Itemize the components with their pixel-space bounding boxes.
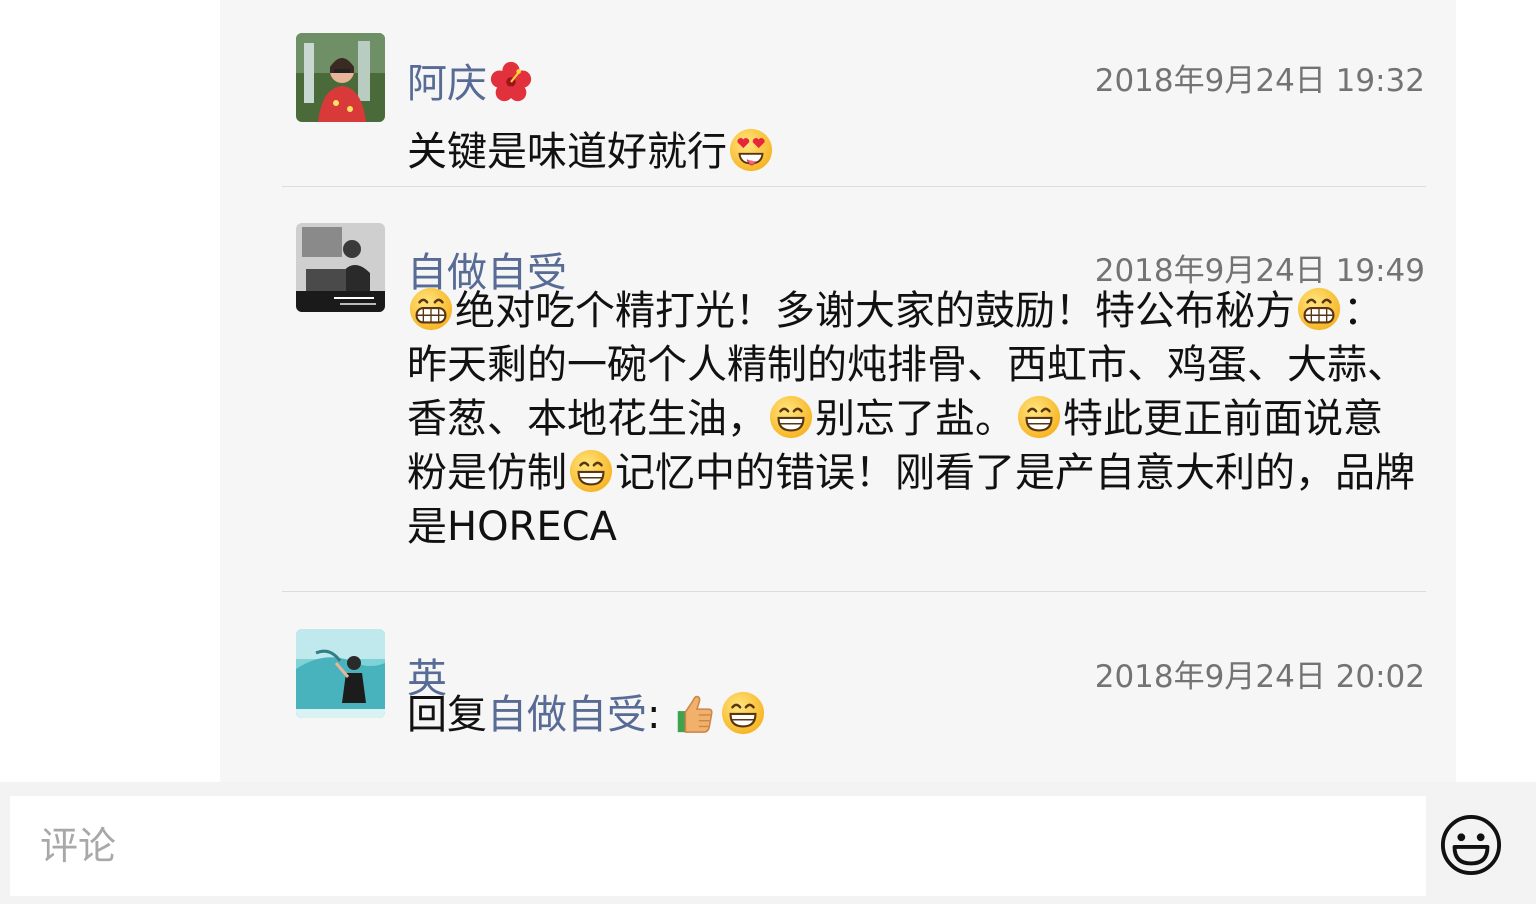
comments-panel: 阿庆 2018年9月24日 19:32 关键是味道好就行 自做自受 2018年9… (220, 0, 1456, 782)
grimacing-face-icon (1296, 286, 1342, 332)
comment-input[interactable] (10, 796, 1426, 896)
comment-text-part: 关键是味道好就行 (407, 129, 727, 175)
comment-input-bar (0, 782, 1536, 904)
thumbs-up-icon (672, 690, 718, 736)
hibiscus-icon (490, 61, 532, 102)
comment-text-part: 绝对吃个精打光！多谢大家的鼓励！特公布秘方 (455, 288, 1295, 334)
avatar[interactable] (296, 629, 385, 718)
grinning-face-icon (720, 690, 766, 736)
reply-prefix: 回复 (407, 692, 487, 738)
reply-colon: : (647, 692, 661, 738)
comment-text-part: 别忘了盐。 (815, 396, 1015, 442)
divider (282, 186, 1426, 187)
comment-item: 英 2018年9月24日 20:02 回复自做自受: (296, 629, 1425, 759)
comment-item: 自做自受 2018年9月24日 19:49 绝对吃个精打光！多谢大家的鼓励！特公… (296, 223, 1425, 563)
comment-item: 阿庆 2018年9月24日 19:32 关键是味道好就行 (296, 33, 1425, 175)
avatar[interactable] (296, 223, 385, 312)
grinning-face-icon (1016, 394, 1062, 440)
author-name[interactable]: 阿庆 (407, 61, 487, 107)
avatar[interactable] (296, 33, 385, 122)
divider (282, 591, 1426, 592)
comment-author[interactable]: 阿庆 (407, 59, 535, 108)
comment-timestamp: 2018年9月24日 19:32 (1094, 63, 1425, 99)
comment-text: 绝对吃个精打光！多谢大家的鼓励！特公布秘方 ：昨天剩的一碗个人精制的炖排骨、西虹市… (407, 284, 1419, 554)
emoji-button-icon[interactable] (1440, 814, 1502, 876)
reply-target-link[interactable]: 自做自受 (487, 692, 647, 738)
grinning-face-icon (568, 448, 614, 494)
comment-text: 回复自做自受: (407, 688, 1419, 742)
comment-text: 关键是味道好就行 (407, 125, 1419, 179)
grinning-face-icon (768, 394, 814, 440)
grimacing-face-icon (408, 286, 454, 332)
star-struck-drooling-icon (728, 127, 774, 173)
